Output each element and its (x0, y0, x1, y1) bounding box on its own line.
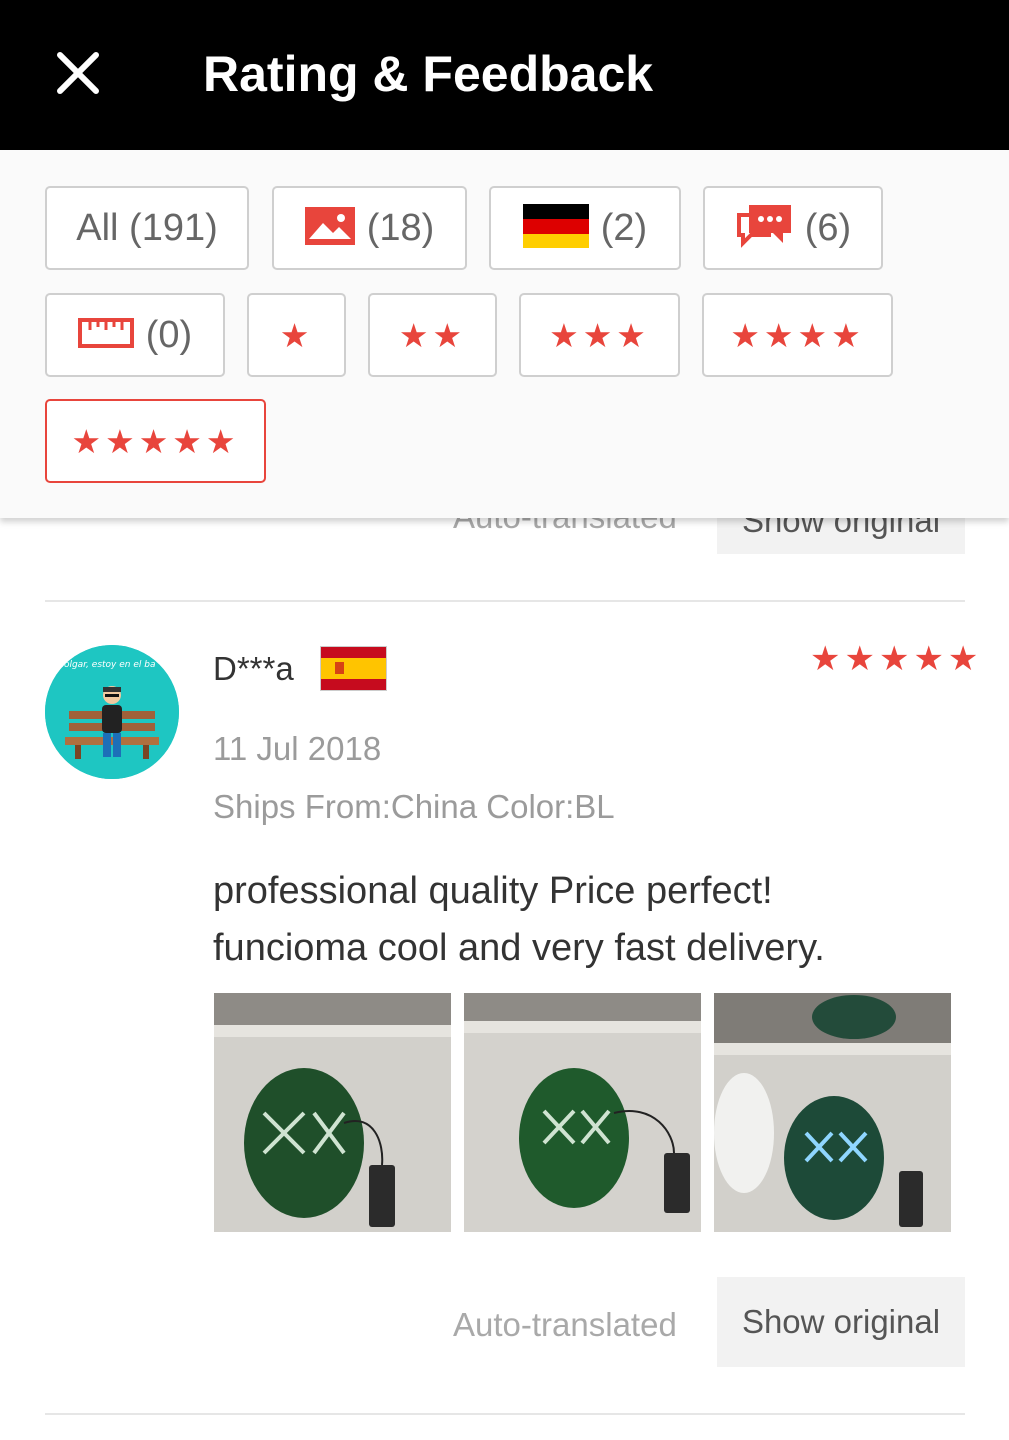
auto-translated-label: Auto-translated (453, 1306, 677, 1343)
filter-5-star-chip[interactable]: ★★★★★ (45, 399, 266, 483)
stars-icon: ★★★★ (730, 316, 865, 354)
close-icon[interactable] (52, 47, 104, 99)
filter-size-count: (0) (145, 314, 193, 356)
spain-flag-icon (320, 646, 387, 691)
app-header: Rating & Feedback (0, 0, 1009, 150)
review-text-line: professional quality Price perfect! (213, 870, 773, 912)
filter-2-star-chip[interactable]: ★★ (368, 293, 497, 377)
filter-country-chip[interactable]: (2) (489, 186, 681, 270)
review-text: professional quality Price perfect! func… (213, 863, 973, 977)
comments-icon (735, 203, 793, 254)
filter-photos-chip[interactable]: (18) (272, 186, 467, 270)
filter-comments-chip[interactable]: (6) (703, 186, 883, 270)
filter-3-star-chip[interactable]: ★★★ (519, 293, 680, 377)
filter-comments-count: (6) (804, 207, 852, 249)
photo-icon (304, 206, 355, 250)
reviews-list: Auto-translated Show original colgar, es… (0, 518, 1009, 1440)
previous-show-original-button[interactable]: Show original (717, 518, 965, 554)
filter-all-chip[interactable]: All (191) (45, 186, 249, 270)
review-photo[interactable] (714, 993, 951, 1232)
page-title: Rating & Feedback (203, 46, 654, 102)
star-icon: ★ (279, 316, 314, 354)
filter-panel: All (191) (18) (2) (6) (0) ★ ★★ ★★★ ★★★★… (0, 150, 1009, 518)
review-rating-stars: ★★★★★ (810, 640, 983, 678)
filter-1-star-chip[interactable]: ★ (247, 293, 346, 377)
stars-icon: ★★★★★ (71, 422, 240, 460)
reviewer-name: D***a (213, 650, 294, 687)
filter-size-chip[interactable]: (0) (45, 293, 225, 377)
review-divider (45, 600, 965, 602)
review-photo[interactable] (214, 993, 451, 1232)
stars-icon: ★★★ (549, 316, 650, 354)
stars-icon: ★★ (398, 316, 467, 354)
previous-auto-translated-label: Auto-translated (453, 518, 677, 536)
filter-photos-count: (18) (366, 207, 435, 249)
review-photo[interactable] (464, 993, 701, 1232)
ruler-icon (77, 316, 134, 355)
filter-4-star-chip[interactable]: ★★★★ (702, 293, 893, 377)
show-original-button[interactable]: Show original (717, 1277, 965, 1367)
review-divider (45, 1413, 965, 1415)
avatar-caption: colgar, estoy en el ba (59, 660, 155, 670)
previous-review-footer: Auto-translated Show original (0, 518, 1009, 558)
germany-flag-icon (522, 203, 589, 253)
filter-country-count: (2) (600, 207, 648, 249)
filter-all-label: All (191) (76, 207, 218, 249)
review-date: 11 Jul 2018 (213, 730, 382, 767)
review-meta: Ships From:China Color:BL (213, 788, 615, 825)
review-text-line: funcioma cool and very fast delivery. (213, 927, 825, 969)
avatar[interactable]: colgar, estoy en el ba (45, 645, 179, 779)
